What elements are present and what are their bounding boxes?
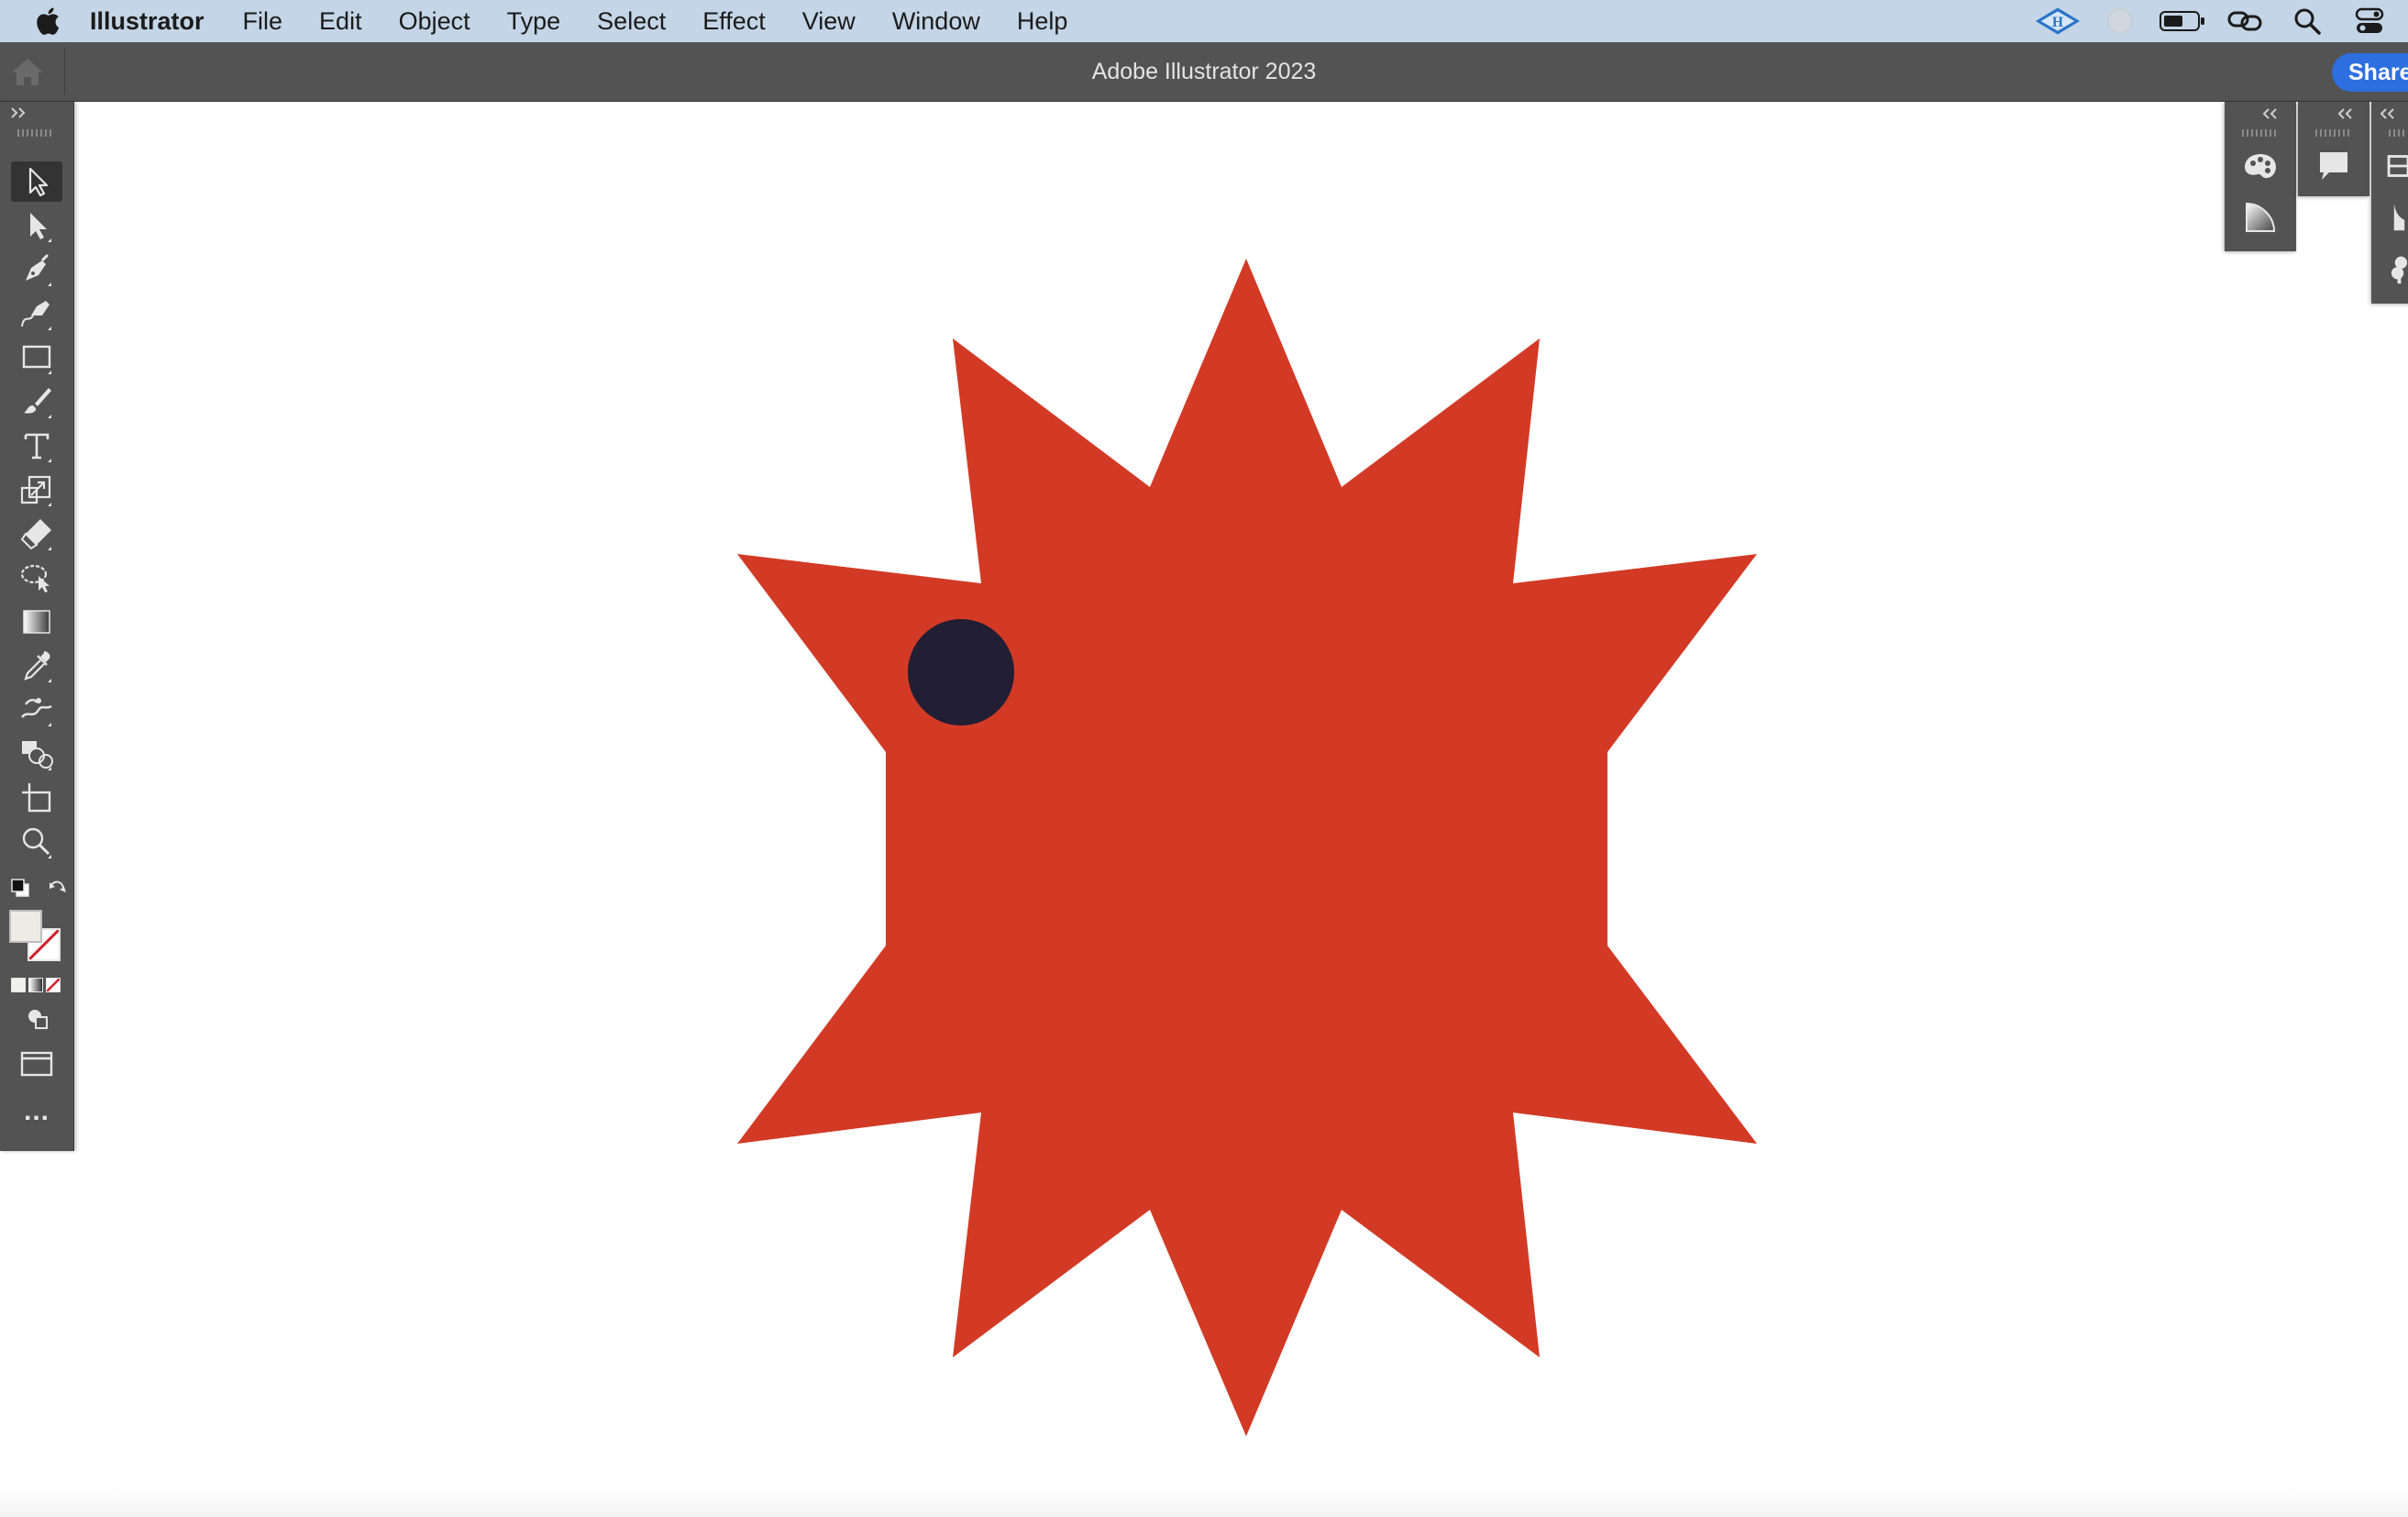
pen-nib-icon bbox=[26, 253, 51, 286]
rectangle-icon bbox=[22, 345, 51, 374]
symbols-panel-button[interactable] bbox=[2371, 245, 2408, 293]
gradient-tool[interactable] bbox=[11, 602, 62, 642]
eraser-icon bbox=[20, 519, 51, 550]
puppet-warp-icon bbox=[21, 698, 52, 726]
artboard-icon bbox=[22, 783, 51, 813]
scale-icon bbox=[20, 475, 51, 506]
fill-swatch[interactable] bbox=[9, 910, 42, 943]
chevron-double-left-icon[interactable] bbox=[2336, 107, 2357, 120]
curvature-tool[interactable] bbox=[11, 293, 62, 334]
chevron-double-left-icon[interactable] bbox=[2261, 107, 2281, 120]
canvas-bottom-edge bbox=[0, 1488, 2408, 1517]
red-star-shape[interactable] bbox=[737, 259, 1757, 1436]
none-slash-icon bbox=[47, 979, 60, 991]
gradient-mode-button[interactable] bbox=[28, 978, 43, 992]
color-mode-row bbox=[11, 978, 62, 992]
pen-tool[interactable] bbox=[11, 249, 62, 290]
scale-tool[interactable] bbox=[11, 470, 62, 510]
zoom-tool[interactable] bbox=[11, 822, 62, 862]
color-palette-icon bbox=[2245, 154, 2276, 179]
artboard-tool[interactable] bbox=[11, 778, 62, 818]
panel-dock-comments bbox=[2298, 102, 2369, 196]
paintbrush-icon bbox=[24, 388, 51, 418]
zoom-magnifier-icon bbox=[22, 827, 51, 858]
cc-libraries-panel-button[interactable] bbox=[2371, 194, 2408, 241]
selection-tool[interactable] bbox=[11, 161, 62, 202]
draw-modes-icon[interactable] bbox=[24, 1007, 51, 1031]
libraries-icon bbox=[2387, 155, 2408, 177]
type-t-icon bbox=[24, 433, 51, 462]
panel-grip-icon[interactable] bbox=[17, 129, 53, 137]
default-fill-stroke-icon[interactable] bbox=[9, 877, 31, 899]
color-mode-button[interactable] bbox=[11, 978, 26, 992]
eraser-tool[interactable] bbox=[11, 514, 62, 554]
type-tool[interactable] bbox=[11, 426, 62, 466]
direct-selection-arrow-icon bbox=[30, 213, 51, 242]
tools-panel: ... bbox=[0, 102, 74, 1151]
panel-grip-icon[interactable] bbox=[2241, 129, 2278, 137]
shape-builder-icon bbox=[22, 741, 53, 770]
gradient-panel-icon bbox=[2246, 202, 2276, 232]
panel-grip-icon[interactable] bbox=[2388, 129, 2408, 137]
direct-selection-tool[interactable] bbox=[11, 205, 62, 246]
more-tools-button[interactable]: ... bbox=[13, 1098, 61, 1132]
gradient-icon bbox=[23, 610, 50, 634]
swap-fill-stroke-icon[interactable] bbox=[46, 877, 68, 899]
panel-dock-color bbox=[2225, 102, 2296, 251]
libraries-panel-button[interactable] bbox=[2371, 142, 2408, 190]
cc-libraries-icon bbox=[2393, 204, 2405, 231]
illustrator-window: Illustrator File Edit Object Type Select… bbox=[0, 0, 2408, 1517]
puppet-warp-tool[interactable] bbox=[11, 690, 62, 730]
paintbrush-tool[interactable] bbox=[11, 382, 62, 422]
rectangle-tool[interactable] bbox=[11, 338, 62, 378]
chevron-double-right-icon[interactable] bbox=[9, 105, 29, 120]
comments-icon bbox=[2320, 152, 2347, 180]
lasso-icon bbox=[20, 564, 50, 592]
lasso-tool[interactable] bbox=[11, 558, 62, 598]
chevron-double-left-icon[interactable] bbox=[2379, 107, 2399, 120]
curvature-pen-icon bbox=[21, 301, 51, 330]
color-panel-button[interactable] bbox=[2235, 142, 2286, 190]
eyedropper-icon bbox=[24, 651, 51, 682]
none-mode-button[interactable] bbox=[46, 978, 61, 992]
panel-grip-icon[interactable] bbox=[2314, 129, 2351, 137]
panel-dock-libraries bbox=[2371, 102, 2408, 304]
artwork bbox=[737, 259, 1757, 1436]
shape-builder-tool[interactable] bbox=[11, 734, 62, 774]
comments-panel-button[interactable] bbox=[2308, 142, 2359, 190]
eyedropper-tool[interactable] bbox=[11, 646, 62, 686]
dark-dot-circle[interactable] bbox=[908, 619, 1014, 725]
gradient-panel-button[interactable] bbox=[2235, 194, 2286, 241]
symbols-icon bbox=[2391, 256, 2408, 284]
selection-arrow-icon bbox=[28, 167, 49, 197]
screen-mode-icon[interactable] bbox=[20, 1051, 53, 1077]
